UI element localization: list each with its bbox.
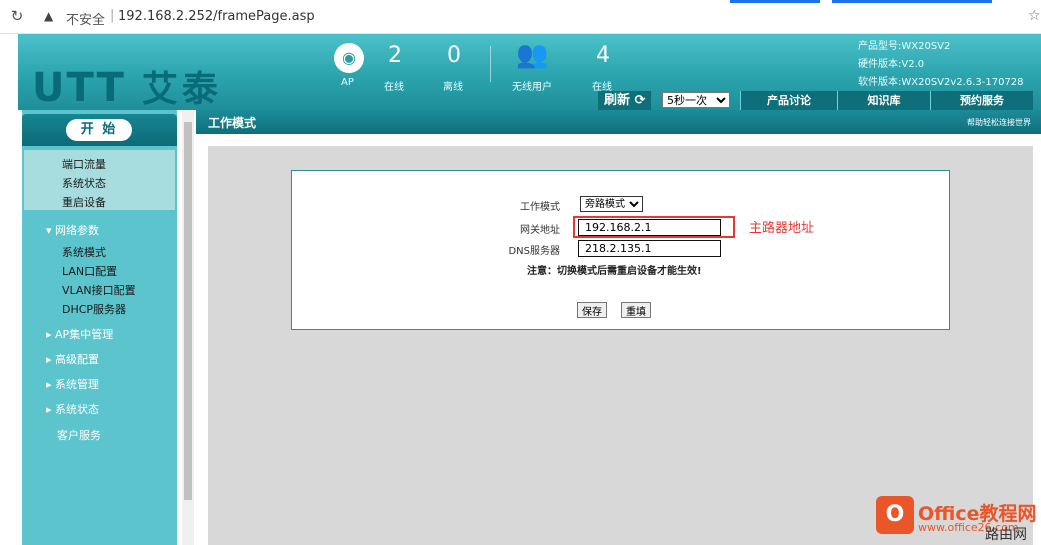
ap-online-label: 在线 — [384, 82, 404, 93]
star-icon[interactable]: ☆ — [1028, 8, 1041, 24]
refresh-label: 刷新 — [604, 93, 631, 108]
dns-label: DNS服务器 — [508, 246, 560, 257]
sidebar-group-network-label: 网络参数 — [55, 224, 100, 237]
sidebar-group-ap[interactable]: ▸ AP集中管理 — [46, 326, 113, 342]
brand-logo: UTT 艾泰 — [32, 60, 222, 112]
refresh-interval-select[interactable]: 5秒一次 — [662, 92, 730, 108]
sidebar-item-lan[interactable]: LAN口配置 — [62, 263, 117, 279]
start-header: 开 始 — [22, 114, 177, 146]
tab-product-discussion[interactable]: 产品讨论 — [740, 91, 837, 110]
hardware-version: 硬件版本:V2.0 — [858, 59, 925, 70]
sidebar-group-ap-label: AP集中管理 — [55, 328, 114, 341]
gateway-annotation: 主路器地址 — [749, 221, 815, 236]
sidebar-group-system-status[interactable]: ▸ 系统状态 — [46, 401, 99, 417]
refresh-button[interactable]: 刷新 ⟳ — [598, 91, 652, 110]
dns-input[interactable] — [578, 240, 721, 257]
reset-button[interactable]: 重填 — [621, 302, 651, 318]
refresh-icon: ⟳ — [634, 93, 646, 108]
logo-cn: 艾泰 — [141, 69, 222, 110]
page-title: 工作模式 — [208, 116, 257, 130]
logo-latin: UTT — [32, 65, 126, 111]
url-text[interactable]: 192.168.2.252/framePage.asp — [118, 9, 315, 24]
ap-label: AP — [341, 77, 354, 88]
work-mode-select[interactable]: 旁路模式 — [580, 196, 643, 212]
sidebar-item-system-status[interactable]: 系统状态 — [62, 175, 106, 191]
sidebar-item-dhcp[interactable]: DHCP服务器 — [62, 301, 126, 317]
chevron-right-icon: ▸ — [46, 353, 52, 366]
wireless-users-label: 无线用户 — [512, 82, 552, 93]
sidebar: 开 始 端口流量 系统状态 重启设备 ▾ 网络参数 系统模式 LAN口配置 VL… — [22, 110, 177, 545]
sidebar-item-port-traffic[interactable]: 端口流量 — [62, 156, 106, 172]
sidebar-group-network[interactable]: ▾ 网络参数 — [46, 222, 99, 238]
start-button[interactable]: 开 始 — [66, 119, 132, 141]
sidebar-group-system-admin[interactable]: ▸ 系统管理 — [46, 376, 99, 392]
users-icon: 👥 — [516, 40, 549, 70]
ap-online-count: 2 — [388, 43, 402, 68]
watermark-extra: 路由网 — [985, 527, 1027, 543]
gateway-highlight-box — [573, 216, 735, 238]
tab-knowledge-base[interactable]: 知识库 — [837, 91, 930, 110]
product-model: 产品型号:WX20SV2 — [858, 41, 951, 52]
software-version: 软件版本:WX20SV2v2.6.3-170728 — [858, 77, 1024, 88]
mode-label: 工作模式 — [520, 202, 560, 213]
sidebar-item-customer-service[interactable]: 客户服务 — [57, 427, 101, 443]
tab-service-booking[interactable]: 预约服务 — [930, 91, 1033, 110]
warning-triangle-icon[interactable]: ▲ — [44, 9, 53, 23]
chevron-right-icon: ▸ — [46, 328, 52, 341]
office-logo-icon: O — [876, 496, 914, 534]
help-link[interactable]: 帮助轻松连接世界 — [967, 117, 1031, 128]
sidebar-item-system-mode[interactable]: 系统模式 — [62, 244, 106, 260]
browser-tab-indicator — [730, 0, 820, 3]
chevron-right-icon: ▸ — [46, 378, 52, 391]
header-nav-tabs: 产品讨论 知识库 预约服务 — [740, 91, 1033, 110]
restart-notice: 注意：切换模式后需重启设备才能生效! — [527, 266, 702, 277]
sidebar-group-advanced-label: 高级配置 — [55, 353, 100, 366]
header: UTT 艾泰 ◉ AP 2 在线 0 离线 👥 无线用户 4 在线 产品型号:W… — [18, 34, 1041, 112]
save-button[interactable]: 保存 — [577, 302, 607, 318]
sidebar-group-system-status-label: 系统状态 — [55, 403, 100, 416]
scrollbar-thumb[interactable] — [184, 122, 192, 500]
browser-address-bar: ↻ ▲ 不安全 | 192.168.2.252/framePage.asp ☆ — [0, 0, 1041, 34]
url-separator: | — [110, 8, 115, 23]
reload-icon[interactable]: ↻ — [8, 7, 26, 25]
browser-tab-indicator — [832, 0, 992, 3]
gateway-label: 网关地址 — [520, 225, 560, 236]
ap-offline-label: 离线 — [443, 82, 463, 93]
wifi-icon: ◉ — [334, 43, 364, 73]
insecure-label[interactable]: 不安全 — [66, 9, 105, 28]
sidebar-scrollbar[interactable] — [182, 110, 194, 545]
chevron-right-icon: ▸ — [46, 403, 52, 416]
chevron-down-icon: ▾ — [46, 224, 52, 237]
sidebar-group-system-admin-label: 系统管理 — [55, 378, 100, 391]
sidebar-item-vlan[interactable]: VLAN接口配置 — [62, 282, 136, 298]
page-title-bar: 工作模式 帮助轻松连接世界 — [196, 110, 1041, 134]
sidebar-group-advanced[interactable]: ▸ 高级配置 — [46, 351, 99, 367]
header-divider — [490, 46, 491, 82]
ap-offline-count: 0 — [447, 43, 461, 68]
sidebar-item-reboot[interactable]: 重启设备 — [62, 194, 106, 210]
users-online-count: 4 — [596, 43, 610, 68]
